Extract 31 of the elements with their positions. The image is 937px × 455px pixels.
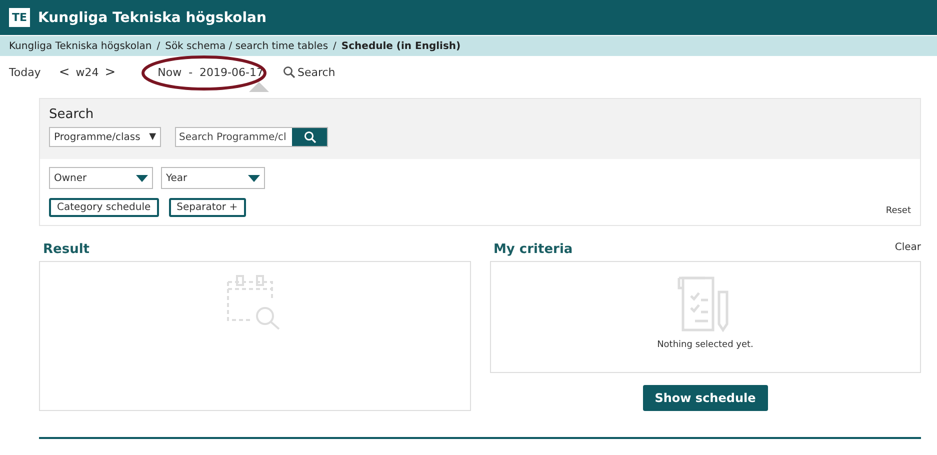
search-icon [304, 131, 316, 143]
clear-link[interactable]: Clear [894, 242, 921, 261]
filter-dropdown[interactable]: Owner [49, 167, 153, 189]
reset-link[interactable]: Reset [886, 206, 911, 216]
section-title: Result [43, 242, 90, 257]
outline-button[interactable]: Separator + [168, 198, 246, 217]
section-title: My criteria [494, 242, 573, 257]
breadcrumb-link[interactable]: Sök schema / search time tables [165, 40, 328, 52]
app-title: Kungliga Tekniska högskolan [38, 10, 266, 26]
breadcrumb-separator: / [156, 40, 160, 52]
pointer-icon [249, 82, 269, 92]
search-button[interactable] [292, 128, 327, 146]
breadcrumb-link[interactable]: Kungliga Tekniska högskolan [9, 40, 152, 52]
week-label: w24 [76, 66, 99, 78]
type-dropdown[interactable]: Programme/class ▼ [49, 127, 161, 147]
caret-icon [136, 174, 148, 182]
search-field[interactable]: Search Programme/cl [175, 127, 328, 147]
search-icon [283, 66, 296, 78]
previous-week-link[interactable]: < [58, 64, 70, 80]
breadcrumb-separator: / [333, 40, 336, 52]
show-schedule-button[interactable]: Show schedule [642, 385, 768, 411]
today-link[interactable]: Today [9, 66, 41, 78]
dropdown-arrow-icon: ▼ [149, 132, 156, 142]
outline-button[interactable]: Category schedule [49, 198, 159, 217]
caret-icon [248, 174, 260, 182]
next-week-link[interactable]: > [104, 64, 116, 80]
panel-title: Search [49, 107, 95, 122]
empty-message: Nothing selected yet. [657, 340, 754, 350]
logo: TE [9, 8, 30, 27]
search-link[interactable]: Search [283, 66, 336, 78]
filter-dropdown[interactable]: Year [161, 167, 265, 189]
